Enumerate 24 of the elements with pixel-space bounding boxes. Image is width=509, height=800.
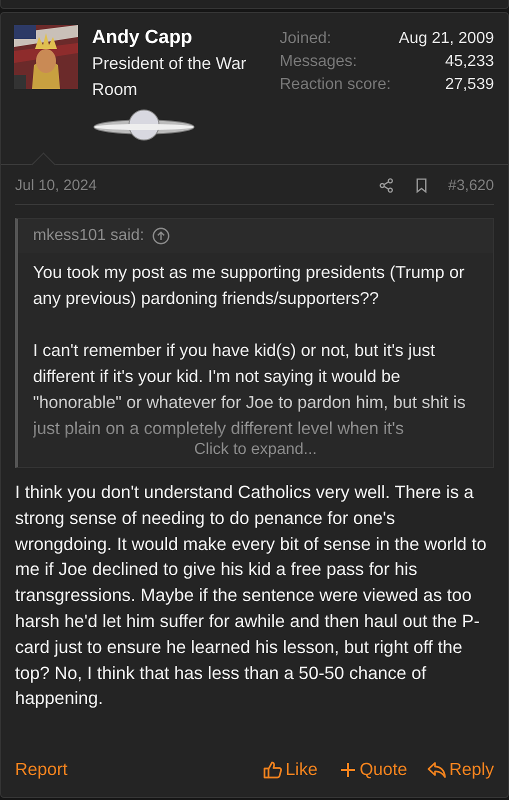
planet-icon [92, 107, 196, 143]
quote-author[interactable]: mkess101 said: [33, 227, 144, 245]
stat-value: 27,539 [444, 76, 494, 94]
thumbs-up-icon [263, 760, 284, 780]
post-date[interactable]: Jul 10, 2024 [15, 177, 97, 194]
quote-paragraph: I can't remember if you have kid(s) or not, but it's just different if it's your kid. I'm not saying it would be "honorable" or whatever for Joe to pardon him, but shit is just plain on a completely different level when it's [33, 339, 467, 440]
arrow-up-circle-icon[interactable] [152, 227, 170, 245]
stat-value: Aug 21, 2009 [398, 30, 494, 48]
stat-label: Joined: [280, 30, 332, 48]
post-text: I think you don't understand Catholics very well. There is a strong sense of needing to do penance for one's wrongdoing. It would make every bit of sense in the world to me if Joe declined to give his kid a free pass for his transgressions. Maybe if the sentence were viewed as too harsh he'd let him suffer for awhile and then haul out the P-card just to ensure he learned his lesson, but right off the top? No, I think that has less than a 50-50 chance of happening. [15, 481, 488, 710]
quote-paragraph: You took my post as me supporting presidents (Trump or any previous) pardoning friends/supporters?? [33, 261, 466, 310]
stat-label: Reaction score: [280, 76, 391, 94]
like-button[interactable]: Like [263, 759, 318, 780]
user-title: President of the War Room [92, 53, 248, 101]
username[interactable]: Andy Capp [92, 27, 272, 49]
expand-link[interactable]: Click to expand... [33, 441, 478, 459]
reply-button[interactable]: Reply [427, 759, 494, 780]
post-number[interactable]: #3,620 [448, 177, 494, 194]
quote-button[interactable]: Quote [338, 759, 408, 780]
stat-label: Messages: [280, 53, 358, 71]
share-icon[interactable] [378, 177, 396, 194]
reply-arrow-icon [427, 760, 448, 780]
stat-value: 45,233 [444, 53, 494, 71]
report-link[interactable]: Report [15, 759, 68, 780]
